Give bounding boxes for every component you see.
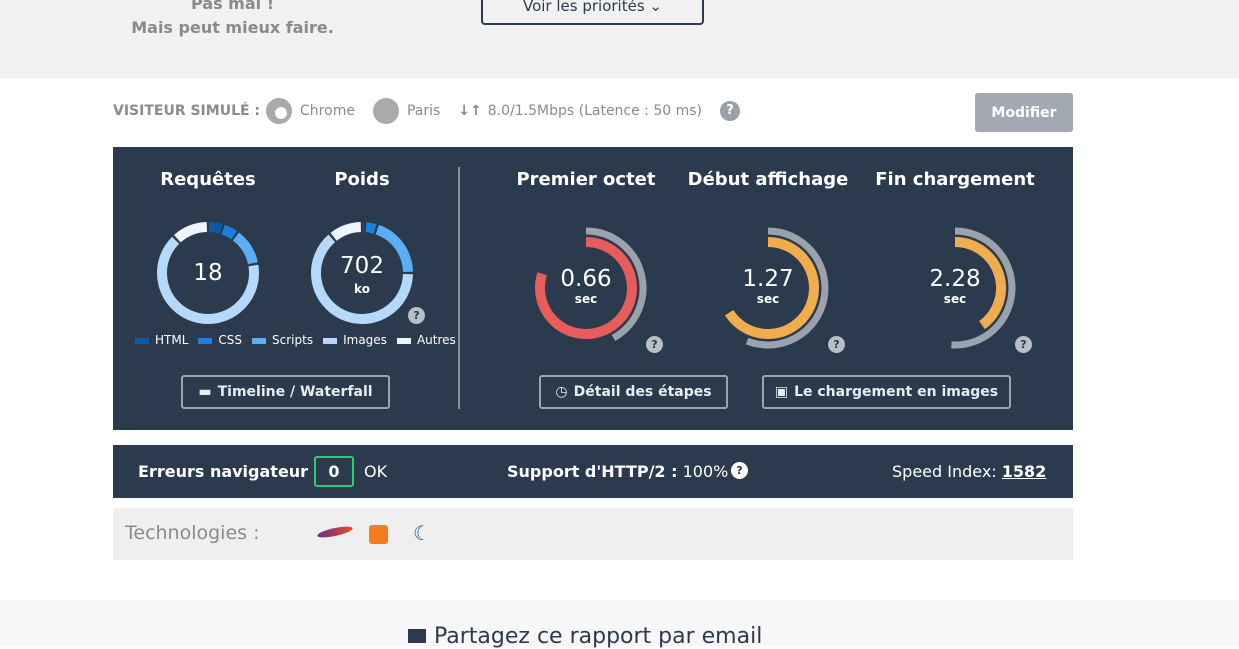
help-icon[interactable]: ? <box>1015 336 1032 353</box>
legend-swatch <box>135 338 149 344</box>
requests-title: Requêtes <box>118 169 298 190</box>
legend-swatch <box>252 338 266 344</box>
requests-segment-scripts <box>236 236 253 263</box>
http2-value: 100% <box>683 462 729 481</box>
legend: HTML CSS Scripts Images Autres <box>135 333 456 347</box>
technologies: Technologies : ☾ <box>113 508 1073 560</box>
chevron-down-icon: ⌄ <box>649 0 662 15</box>
timing-unit: sec <box>905 292 1005 306</box>
weight-title: Poids <box>272 169 452 190</box>
legend-item: Scripts <box>252 333 313 347</box>
jquery-icon[interactable]: ☾ <box>413 521 431 545</box>
requests-segment-autres <box>177 227 206 239</box>
legend-item: HTML <box>135 333 188 347</box>
timing-unit: sec <box>536 292 636 306</box>
waterfall-icon: ▬ <box>198 384 211 400</box>
priorities-button[interactable]: Voir les priorités ⌄ <box>481 0 704 25</box>
legend-swatch <box>323 338 337 344</box>
help-icon[interactable]: ? <box>408 307 425 324</box>
up-down-arrows-icon: ↓↑ <box>458 103 481 119</box>
envelope-icon <box>408 629 426 643</box>
help-icon[interactable]: ? <box>646 336 663 353</box>
technologies-label: Technologies : <box>125 522 260 544</box>
legend-swatch <box>198 338 212 344</box>
chrome-icon <box>266 98 292 124</box>
score-header: Pas mal !Mais peut mieux faire. Voir les… <box>0 0 1239 78</box>
http2-label: Support d'HTTP/2 : <box>507 462 678 481</box>
verdict: Pas mal !Mais peut mieux faire. <box>120 0 345 40</box>
globe-icon <box>373 98 399 124</box>
speed-index-link[interactable]: 1582 <box>1002 462 1047 481</box>
share-title: Partagez ce rapport par email <box>408 624 762 649</box>
divider <box>458 167 460 409</box>
legend-item: Autres <box>397 333 456 347</box>
errors-status: OK <box>364 445 387 498</box>
timing-unit: sec <box>718 292 818 306</box>
help-icon[interactable]: ? <box>731 462 748 479</box>
timing-title: Premier octet <box>496 169 676 190</box>
speed-index-label: Speed Index: <box>892 462 997 481</box>
legend-item: Images <box>323 333 387 347</box>
weight-value: 702 <box>312 254 412 278</box>
film-icon: ▣ <box>775 384 788 400</box>
weight-unit: ko <box>312 282 412 296</box>
help-icon[interactable]: ? <box>828 336 845 353</box>
weight-segment-css <box>366 227 375 229</box>
google-analytics-icon[interactable] <box>369 525 388 544</box>
weight-segment-autres <box>334 227 361 237</box>
metrics-panel: Requêtes Poids 18 702 ko ? HTML CSS Script… <box>113 147 1073 430</box>
requests-segment-css <box>223 230 234 235</box>
errors-label: Erreurs navigateur <box>138 445 308 498</box>
apache-feather-icon[interactable] <box>317 524 354 539</box>
clock-icon: ◷ <box>555 384 567 400</box>
loading-images-button[interactable]: ▣Le chargement en images <box>762 375 1011 409</box>
status-bar: Erreurs navigateur 0 OK Support d'HTTP/2… <box>113 445 1073 498</box>
timing-value: 2.28 <box>905 267 1005 291</box>
requests-segment-html <box>209 227 221 229</box>
simulated-visitor: VISITEUR SIMULÉ : Chrome Paris ↓↑8.0/1.5… <box>113 98 740 124</box>
timing-value: 1.27 <box>718 267 818 291</box>
legend-item: CSS <box>198 333 242 347</box>
errors-count: 0 <box>314 456 354 487</box>
timing-title: Début affichage <box>678 169 858 190</box>
legend-swatch <box>397 338 411 344</box>
timing-title: Fin chargement <box>865 169 1045 190</box>
help-icon[interactable]: ? <box>720 101 740 121</box>
timing-value: 0.66 <box>536 267 636 291</box>
step-details-button[interactable]: ◷Détail des étapes <box>539 375 728 409</box>
timeline-waterfall-button[interactable]: ▬Timeline / Waterfall <box>181 375 390 409</box>
modify-button[interactable]: Modifier <box>975 93 1073 132</box>
requests-value: 18 <box>158 261 258 285</box>
